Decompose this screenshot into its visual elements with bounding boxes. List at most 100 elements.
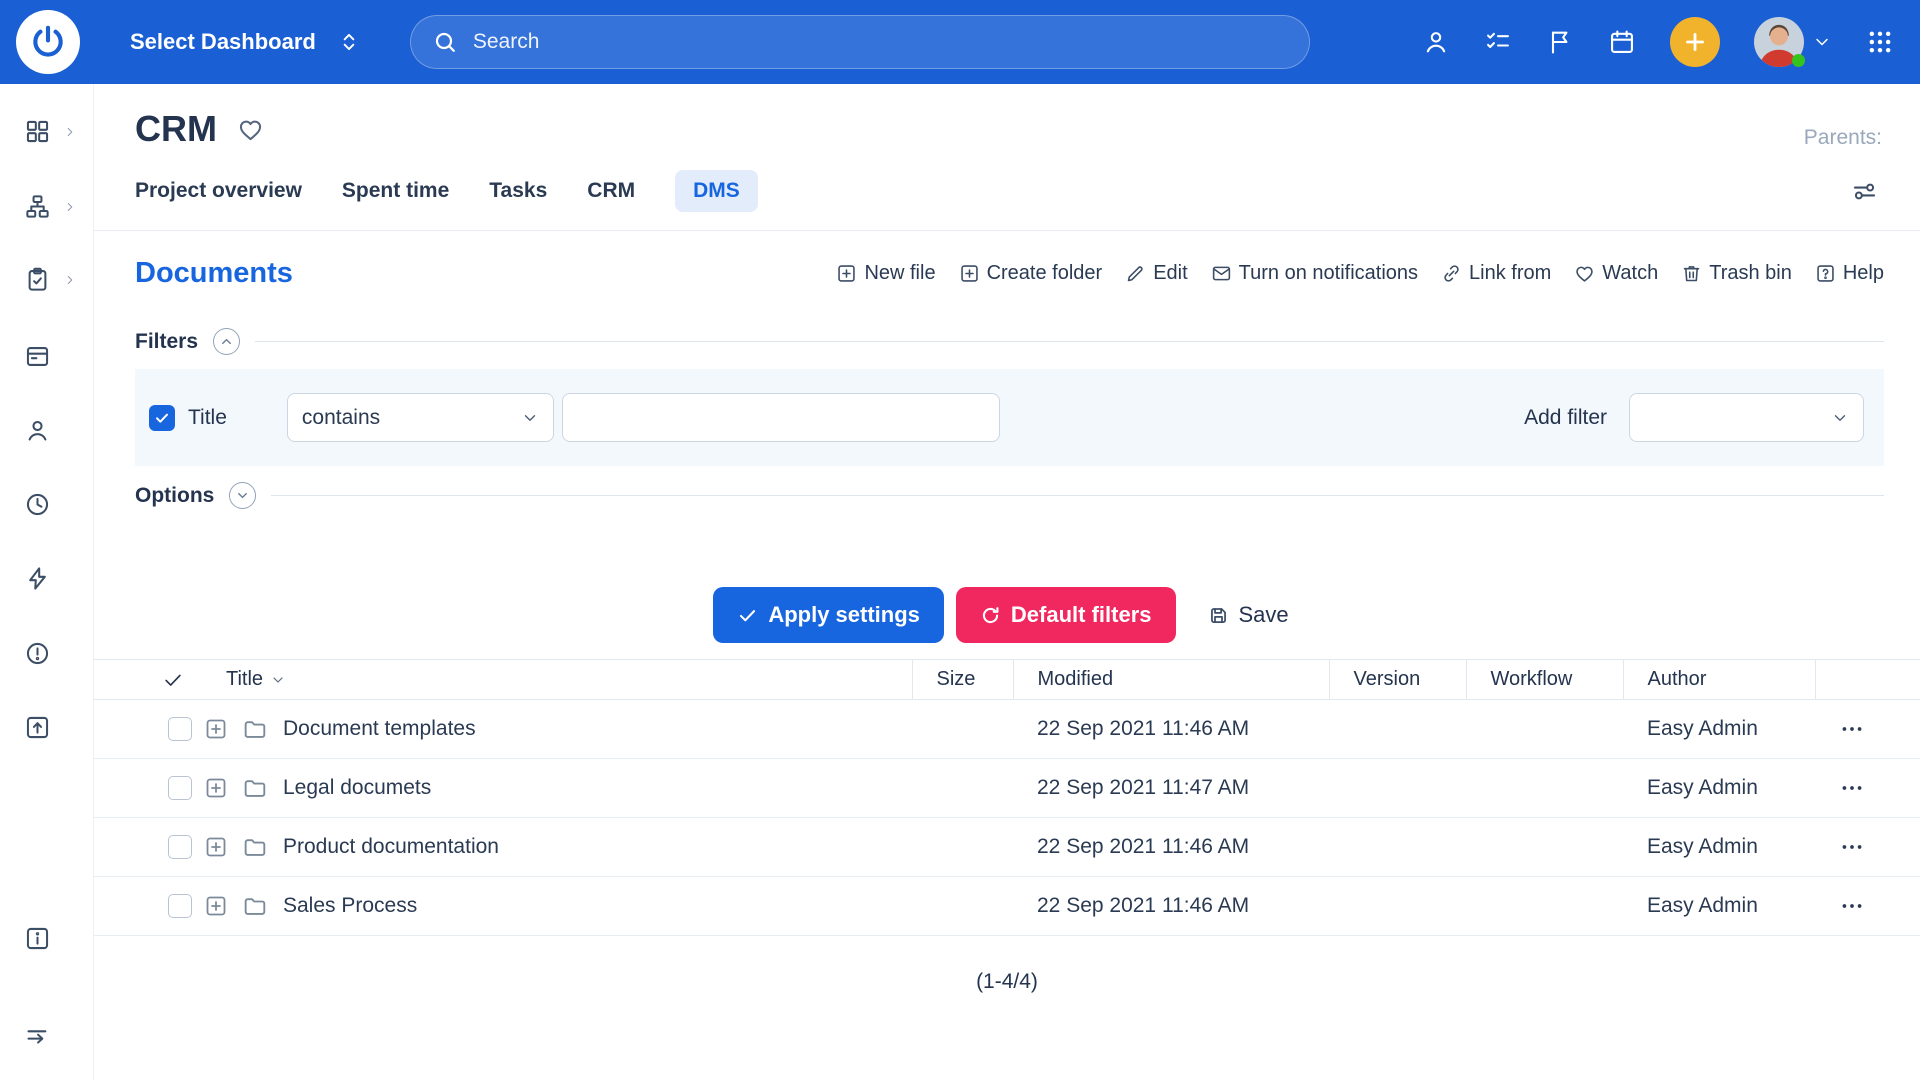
column-header-actions (1815, 660, 1920, 700)
cell-size (912, 759, 1013, 818)
favorite-heart-icon[interactable] (237, 116, 264, 143)
sort-caret-icon[interactable] (270, 672, 286, 688)
folder-icon (242, 835, 267, 860)
folder-icon (242, 776, 267, 801)
task-list-icon[interactable] (1484, 28, 1512, 56)
tab-tasks[interactable]: Tasks (489, 170, 547, 212)
save-button[interactable]: Save (1196, 587, 1301, 643)
global-search[interactable] (410, 15, 1310, 69)
chevron-right-icon[interactable] (63, 125, 77, 139)
watch-button[interactable]: Watch (1574, 262, 1658, 285)
table-row: Legal documets 22 Sep 2021 11:47 AM Easy… (94, 759, 1920, 818)
document-title-link[interactable]: Product documentation (283, 835, 499, 859)
filters-label: Filters (135, 330, 198, 354)
expand-plus-icon[interactable] (204, 835, 228, 859)
row-actions-menu-icon[interactable] (1839, 775, 1865, 801)
apps-grid-icon[interactable] (1866, 28, 1894, 56)
document-title-link[interactable]: Legal documets (283, 776, 431, 800)
create-folder-button[interactable]: Create folder (959, 262, 1103, 285)
document-title-link[interactable]: Document templates (283, 717, 476, 741)
app-logo[interactable] (16, 10, 80, 74)
table-row: Document templates 22 Sep 2021 11:46 AM … (94, 700, 1920, 759)
cell-size (912, 877, 1013, 936)
page-header: CRM Parents: Project overview Spent time… (94, 84, 1920, 212)
cell-size (912, 700, 1013, 759)
heart-icon (1574, 263, 1595, 284)
new-file-button[interactable]: New file (836, 262, 935, 285)
filters-collapse-button[interactable] (213, 328, 240, 355)
sidebar-collapse-button[interactable] (24, 1024, 51, 1051)
parents-label: Parents: (1804, 126, 1882, 150)
help-button[interactable]: Help (1815, 262, 1884, 285)
quick-add-button[interactable] (1670, 17, 1720, 67)
dashboard-expander-icon[interactable] (336, 29, 362, 55)
cell-size (912, 818, 1013, 877)
envelope-icon (1211, 263, 1232, 284)
pagination-info: (1-4/4) (94, 970, 1920, 994)
save-label: Save (1239, 602, 1289, 628)
notifications-button[interactable]: Turn on notifications (1211, 262, 1418, 285)
row-checkbox[interactable] (168, 894, 192, 918)
sidebar-item-alerts[interactable] (24, 640, 51, 667)
row-checkbox[interactable] (168, 835, 192, 859)
expand-plus-icon[interactable] (204, 776, 228, 800)
sidebar-item-projects[interactable] (24, 193, 51, 220)
row-checkbox[interactable] (168, 776, 192, 800)
sidebar-item-dashboards[interactable] (24, 118, 51, 145)
expand-plus-icon[interactable] (204, 717, 228, 741)
chevron-down-icon (1831, 409, 1849, 427)
user-icon[interactable] (1422, 28, 1450, 56)
chevron-right-icon[interactable] (63, 273, 77, 287)
plus-icon (1682, 29, 1708, 55)
search-input[interactable] (471, 29, 1287, 55)
trash-bin-button[interactable]: Trash bin (1681, 262, 1792, 285)
chevron-right-icon[interactable] (63, 200, 77, 214)
add-filter-select[interactable] (1629, 393, 1864, 442)
default-filters-button[interactable]: Default filters (956, 587, 1176, 643)
link-from-button[interactable]: Link from (1441, 262, 1551, 285)
edit-button[interactable]: Edit (1125, 262, 1187, 285)
pencil-icon (1125, 263, 1146, 284)
document-title-link[interactable]: Sales Process (283, 894, 417, 918)
tab-crm[interactable]: CRM (587, 170, 635, 212)
flag-icon[interactable] (1546, 28, 1574, 56)
title-filter-checkbox[interactable] (149, 405, 175, 431)
options-expand-button[interactable] (229, 482, 256, 509)
select-dashboard-label: Select Dashboard (130, 29, 316, 55)
sidebar-item-updates[interactable] (24, 714, 51, 741)
check-icon (154, 410, 170, 426)
cell-modified: 22 Sep 2021 11:46 AM (1013, 877, 1329, 936)
select-all-icon[interactable] (162, 669, 184, 691)
cell-author: Easy Admin (1623, 877, 1815, 936)
refresh-icon (980, 605, 1001, 626)
sidebar-item-quick-actions[interactable] (24, 565, 51, 592)
sidebar-item-time[interactable] (24, 491, 51, 518)
check-icon (737, 605, 758, 626)
sidebar-item-boards[interactable] (24, 343, 51, 370)
row-actions-menu-icon[interactable] (1839, 834, 1865, 860)
tab-dms[interactable]: DMS (675, 170, 758, 212)
title-filter-input[interactable] (562, 393, 1000, 442)
row-actions-menu-icon[interactable] (1839, 893, 1865, 919)
folder-icon (242, 894, 267, 919)
user-menu-chevron-icon[interactable] (1812, 32, 1832, 52)
column-header-title[interactable]: Title (226, 668, 263, 691)
row-checkbox[interactable] (168, 717, 192, 741)
sidebar-item-info[interactable] (24, 925, 51, 952)
calendar-icon[interactable] (1608, 28, 1636, 56)
operator-select[interactable]: contains (287, 393, 554, 442)
cell-version (1329, 759, 1466, 818)
display-settings-icon[interactable] (1851, 178, 1878, 205)
sidebar-item-tasks[interactable] (24, 266, 51, 293)
top-bar: Select Dashboard (0, 0, 1920, 84)
apply-settings-button[interactable]: Apply settings (713, 587, 944, 643)
sidebar-item-users[interactable] (24, 417, 51, 444)
row-actions-menu-icon[interactable] (1839, 716, 1865, 742)
title-filter-label: Title (188, 406, 227, 430)
tab-project-overview[interactable]: Project overview (135, 170, 302, 212)
link-icon (1441, 263, 1462, 284)
documents-toolbar: New file Create folder Edit Turn on noti… (836, 262, 1884, 285)
tab-spent-time[interactable]: Spent time (342, 170, 449, 212)
select-dashboard-button[interactable]: Select Dashboard (130, 29, 362, 55)
expand-plus-icon[interactable] (204, 894, 228, 918)
